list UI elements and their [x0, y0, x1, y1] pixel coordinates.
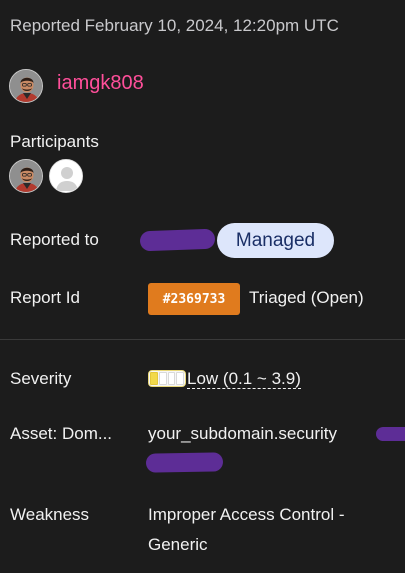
reporter-username-link[interactable]: iamgk808	[57, 72, 144, 95]
weakness-value-line-2[interactable]: Generic	[148, 535, 208, 555]
redacted-program-name	[139, 228, 216, 252]
participants-label: Participants	[10, 132, 99, 151]
report-state: Triaged (Open)	[249, 288, 364, 307]
severity-meter-segment	[150, 372, 158, 385]
report-id-badge[interactable]: #2369733	[148, 283, 240, 315]
weakness-value-line-1[interactable]: Improper Access Control -	[148, 505, 345, 525]
default-user-avatar-icon	[50, 160, 82, 192]
report-id-label: Report Id	[10, 288, 80, 307]
severity-meter-segment	[176, 372, 184, 385]
redacted-asset-suffix	[145, 452, 224, 473]
reporter-avatar[interactable]	[9, 69, 43, 103]
severity-meter-segment	[158, 372, 167, 385]
participant-avatar-1[interactable]	[9, 159, 43, 193]
managed-badge: Managed	[217, 223, 334, 258]
severity-label: Severity	[10, 369, 72, 388]
user-photo-avatar-icon	[10, 160, 42, 192]
redacted-asset-domain	[376, 427, 405, 441]
severity-meter	[148, 370, 186, 387]
severity-value[interactable]: Low (0.1 ~ 3.9)	[187, 369, 301, 389]
asset-value[interactable]: your_subdomain.security	[148, 424, 337, 444]
report-timestamp: Reported February 10, 2024, 12:20pm UTC	[10, 16, 339, 35]
participant-avatar-2[interactable]	[49, 159, 83, 193]
user-photo-avatar-icon	[10, 70, 42, 102]
weakness-label: Weakness	[10, 505, 90, 524]
section-divider	[0, 339, 405, 340]
asset-label: Asset: Dom...	[10, 424, 113, 443]
reported-to-label: Reported to	[10, 230, 99, 249]
severity-meter-segment	[167, 372, 176, 385]
